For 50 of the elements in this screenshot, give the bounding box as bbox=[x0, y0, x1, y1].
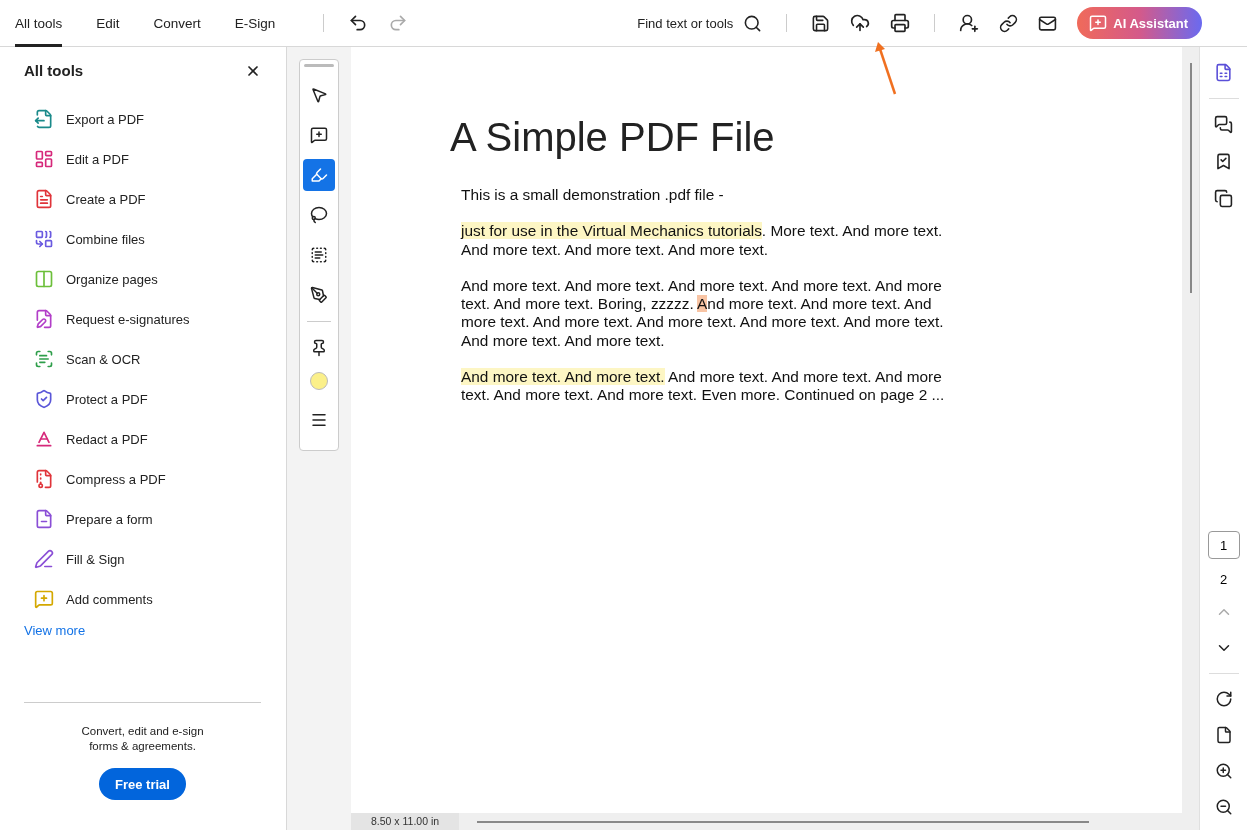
document-paragraph: And more text. And more text. And more text. And more text. And more text. And more text. Boring, zzzzz. And more text. And more text. And more text. And more text. And more text. And more text. And more text. And more text. And more text. bbox=[461, 276, 945, 351]
view-more-link[interactable]: View more bbox=[24, 623, 261, 638]
tool-label: Edit a PDF bbox=[66, 151, 129, 167]
tool-label: Fill & Sign bbox=[66, 551, 125, 567]
search-label[interactable]: Find text or tools bbox=[637, 15, 734, 31]
ai-assistant-button[interactable]: AI Assistant bbox=[1077, 7, 1202, 39]
tool-label: Add comments bbox=[66, 591, 153, 607]
tool-label: Organize pages bbox=[66, 271, 158, 287]
vertical-scrollbar[interactable] bbox=[1189, 63, 1192, 293]
drag-handle[interactable] bbox=[304, 64, 334, 67]
tool-item[interactable]: Request e-signatures bbox=[24, 299, 261, 339]
tool-item[interactable]: Export a PDF bbox=[24, 99, 261, 139]
tool-label: Request e-signatures bbox=[66, 311, 190, 327]
chat-plus-icon bbox=[1089, 14, 1108, 32]
nav-tab[interactable]: All tools bbox=[15, 0, 63, 47]
highlighter-icon[interactable] bbox=[303, 159, 335, 191]
tool-item[interactable]: Edit a PDF bbox=[24, 139, 261, 179]
tool-label: Scan & OCR bbox=[66, 351, 141, 367]
tool-item[interactable]: Protect a PDF bbox=[24, 379, 261, 419]
tool-label: Compress a PDF bbox=[66, 471, 166, 487]
tool-item[interactable]: Add comments bbox=[24, 579, 261, 619]
tool-item[interactable]: Organize pages bbox=[24, 259, 261, 299]
tool-label: Prepare a form bbox=[66, 511, 153, 527]
tool-item[interactable]: Combine files bbox=[24, 219, 261, 259]
tool-label: Redact a PDF bbox=[66, 431, 148, 447]
tool-label: Export a PDF bbox=[66, 111, 145, 127]
tool-item[interactable]: Fill & Sign bbox=[24, 539, 261, 579]
nav-tab[interactable]: Edit bbox=[96, 0, 120, 47]
pointer-arrow bbox=[873, 40, 899, 96]
color-swatch[interactable] bbox=[310, 372, 328, 390]
document-paragraph: just for use in the Virtual Mechanics tutorials. More text. And more text. And more text. And more text. And more text. bbox=[461, 222, 944, 259]
tool-item[interactable]: Prepare a form bbox=[24, 499, 261, 539]
document-title: A Simple PDF File bbox=[450, 115, 776, 160]
promo-text: Convert, edit and e-sign forms & agreements. bbox=[80, 724, 205, 754]
document-paragraph: This is a small demonstration .pdf file - bbox=[461, 186, 725, 205]
document-paragraph: And more text. And more text. And more text. And more text. And more text. And more text. And more text. Even more. Continued on page 2 ... bbox=[461, 368, 946, 405]
tool-item[interactable]: Scan & OCR bbox=[24, 339, 261, 379]
nav-tab[interactable]: Convert bbox=[153, 0, 201, 47]
panel-title: All tools bbox=[24, 62, 84, 79]
page-number[interactable]: 1 bbox=[1207, 531, 1240, 559]
horizontal-scrollbar[interactable] bbox=[477, 820, 1090, 823]
tool-label: Create a PDF bbox=[66, 191, 146, 207]
tool-item[interactable]: Redact a PDF bbox=[24, 419, 261, 459]
free-trial-button[interactable]: Free trial bbox=[99, 768, 186, 800]
tool-item[interactable]: Create a PDF bbox=[24, 179, 261, 219]
nav-tab[interactable]: E-Sign bbox=[234, 0, 276, 47]
tool-label: Protect a PDF bbox=[66, 391, 148, 407]
tool-label: Combine files bbox=[66, 231, 145, 247]
tool-item[interactable]: Compress a PDF bbox=[24, 459, 261, 499]
page-size-label: 8.50 x 11.00 in bbox=[351, 813, 460, 830]
